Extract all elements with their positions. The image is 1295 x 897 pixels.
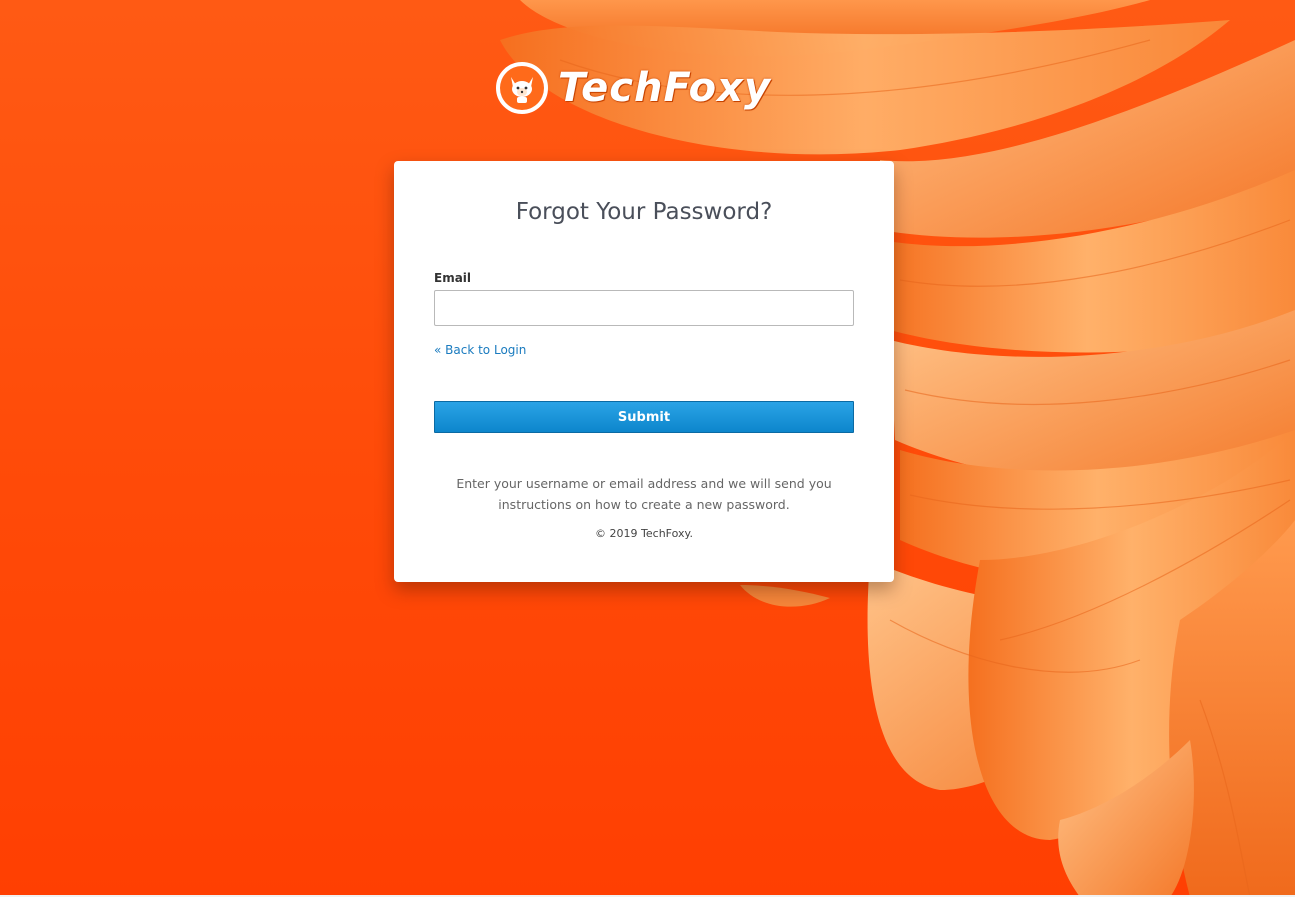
back-to-login-link[interactable]: « Back to Login xyxy=(434,343,526,357)
brand-logo: TechFoxy xyxy=(496,59,771,117)
forgot-password-card: Forgot Your Password? Email « Back to Lo… xyxy=(394,161,894,582)
logo-badge xyxy=(496,62,548,114)
fox-mascot-icon xyxy=(500,66,544,110)
brand-name: TechFoxy xyxy=(558,65,772,111)
page-title: Forgot Your Password? xyxy=(515,199,773,225)
copyright-text: © 2019 TechFoxy. xyxy=(595,527,693,540)
submit-button[interactable]: Submit xyxy=(434,401,854,433)
email-label: Email xyxy=(434,271,472,285)
email-input[interactable] xyxy=(434,290,854,326)
instructions-text: Enter your username or email address and… xyxy=(456,476,832,512)
